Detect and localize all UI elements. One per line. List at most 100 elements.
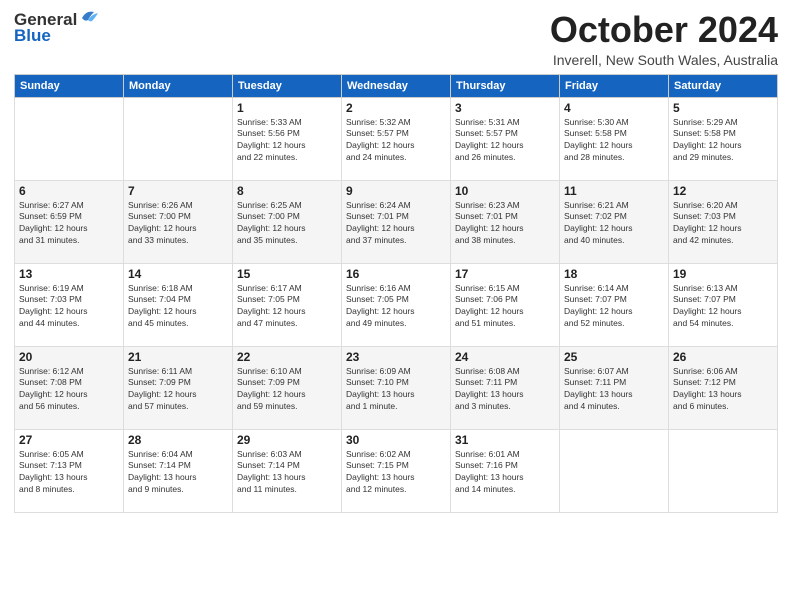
weekday-header-wednesday: Wednesday (342, 74, 451, 97)
day-number: 2 (346, 101, 446, 115)
calendar-cell: 22Sunrise: 6:10 AM Sunset: 7:09 PM Dayli… (233, 346, 342, 429)
calendar-cell: 28Sunrise: 6:04 AM Sunset: 7:14 PM Dayli… (124, 429, 233, 512)
calendar-cell (560, 429, 669, 512)
logo-bird-icon (78, 8, 100, 26)
day-number: 4 (564, 101, 664, 115)
calendar-cell: 27Sunrise: 6:05 AM Sunset: 7:13 PM Dayli… (15, 429, 124, 512)
day-number: 12 (673, 184, 773, 198)
calendar-cell: 29 Sunrise: 6:03 AM Sunset: 7:14 PM Dayli… (233, 429, 342, 512)
day-number: 1 (237, 101, 337, 115)
day-info: Sunrise: 6:18 AM Sunset: 7:04 PM Dayligh… (128, 283, 228, 331)
day-info: Sunrise: 6:03 AM Sunset: 7:14 PM Dayligh… (237, 449, 337, 497)
calendar-cell: 24 Sunrise: 6:08 AM Sunset: 7:11 PM Dayli… (451, 346, 560, 429)
day-number: 15 (237, 267, 337, 281)
month-title: October 2024 (550, 10, 778, 50)
calendar-cell: 18 Sunrise: 6:14 AM Sunset: 7:07 PM Dayli… (560, 263, 669, 346)
calendar-cell: 7Sunrise: 6:26 AM Sunset: 7:00 PM Daylig… (124, 180, 233, 263)
week-row-1: 1 Sunrise: 5:33 AM Sunset: 5:56 PM Daylig… (15, 97, 778, 180)
day-info: Sunrise: 6:11 AM Sunset: 7:09 PM Dayligh… (128, 366, 228, 414)
calendar-cell: 10 Sunrise: 6:23 AM Sunset: 7:01 PM Dayli… (451, 180, 560, 263)
day-info: Sunrise: 6:15 AM Sunset: 7:06 PM Dayligh… (455, 283, 555, 331)
day-number: 21 (128, 350, 228, 364)
day-info: Sunrise: 6:27 AM Sunset: 6:59 PM Dayligh… (19, 200, 119, 248)
day-info: Sunrise: 6:01 AM Sunset: 7:16 PM Dayligh… (455, 449, 555, 497)
day-number: 5 (673, 101, 773, 115)
calendar-cell: 3 Sunrise: 5:31 AM Sunset: 5:57 PM Daylig… (451, 97, 560, 180)
weekday-header-thursday: Thursday (451, 74, 560, 97)
day-number: 31 (455, 433, 555, 447)
calendar-cell: 11 Sunrise: 6:21 AM Sunset: 7:02 PM Dayli… (560, 180, 669, 263)
day-number: 11 (564, 184, 664, 198)
calendar-cell: 4 Sunrise: 5:30 AM Sunset: 5:58 PM Daylig… (560, 97, 669, 180)
calendar-cell: 5 Sunrise: 5:29 AM Sunset: 5:58 PM Daylig… (669, 97, 778, 180)
day-info: Sunrise: 6:21 AM Sunset: 7:02 PM Dayligh… (564, 200, 664, 248)
calendar-cell: 12Sunrise: 6:20 AM Sunset: 7:03 PM Dayli… (669, 180, 778, 263)
calendar-cell: 9Sunrise: 6:24 AM Sunset: 7:01 PM Daylig… (342, 180, 451, 263)
day-info: Sunrise: 6:23 AM Sunset: 7:01 PM Dayligh… (455, 200, 555, 248)
day-number: 18 (564, 267, 664, 281)
calendar-cell (669, 429, 778, 512)
calendar-cell: 8 Sunrise: 6:25 AM Sunset: 7:00 PM Daylig… (233, 180, 342, 263)
day-number: 19 (673, 267, 773, 281)
weekday-header-saturday: Saturday (669, 74, 778, 97)
day-number: 7 (128, 184, 228, 198)
day-number: 13 (19, 267, 119, 281)
day-info: Sunrise: 5:32 AM Sunset: 5:57 PM Dayligh… (346, 117, 446, 165)
day-info: Sunrise: 6:07 AM Sunset: 7:11 PM Dayligh… (564, 366, 664, 414)
day-number: 28 (128, 433, 228, 447)
page: General Blue October 2024 Inverell, New … (0, 0, 792, 612)
calendar-cell: 1 Sunrise: 5:33 AM Sunset: 5:56 PM Daylig… (233, 97, 342, 180)
day-number: 29 (237, 433, 337, 447)
calendar-cell (15, 97, 124, 180)
week-row-3: 13Sunrise: 6:19 AM Sunset: 7:03 PM Dayli… (15, 263, 778, 346)
calendar-cell: 6 Sunrise: 6:27 AM Sunset: 6:59 PM Daylig… (15, 180, 124, 263)
title-block: October 2024 Inverell, New South Wales, … (550, 10, 778, 68)
calendar-cell: 19 Sunrise: 6:13 AM Sunset: 7:07 PM Dayli… (669, 263, 778, 346)
weekday-header-friday: Friday (560, 74, 669, 97)
day-info: Sunrise: 6:17 AM Sunset: 7:05 PM Dayligh… (237, 283, 337, 331)
day-number: 17 (455, 267, 555, 281)
day-number: 6 (19, 184, 119, 198)
day-info: Sunrise: 6:08 AM Sunset: 7:11 PM Dayligh… (455, 366, 555, 414)
calendar-cell: 20Sunrise: 6:12 AM Sunset: 7:08 PM Dayli… (15, 346, 124, 429)
calendar-cell: 30Sunrise: 6:02 AM Sunset: 7:15 PM Dayli… (342, 429, 451, 512)
day-info: Sunrise: 6:14 AM Sunset: 7:07 PM Dayligh… (564, 283, 664, 331)
day-info: Sunrise: 5:30 AM Sunset: 5:58 PM Dayligh… (564, 117, 664, 165)
header: General Blue October 2024 Inverell, New … (14, 10, 778, 68)
day-info: Sunrise: 5:33 AM Sunset: 5:56 PM Dayligh… (237, 117, 337, 165)
day-number: 26 (673, 350, 773, 364)
day-number: 9 (346, 184, 446, 198)
calendar-cell: 13Sunrise: 6:19 AM Sunset: 7:03 PM Dayli… (15, 263, 124, 346)
calendar-cell: 2 Sunrise: 5:32 AM Sunset: 5:57 PM Daylig… (342, 97, 451, 180)
day-number: 30 (346, 433, 446, 447)
day-info: Sunrise: 6:06 AM Sunset: 7:12 PM Dayligh… (673, 366, 773, 414)
calendar-cell: 21 Sunrise: 6:11 AM Sunset: 7:09 PM Dayli… (124, 346, 233, 429)
calendar-cell: 31 Sunrise: 6:01 AM Sunset: 7:16 PM Dayli… (451, 429, 560, 512)
weekday-header-tuesday: Tuesday (233, 74, 342, 97)
day-number: 25 (564, 350, 664, 364)
calendar-cell: 23Sunrise: 6:09 AM Sunset: 7:10 PM Dayli… (342, 346, 451, 429)
location-title: Inverell, New South Wales, Australia (550, 52, 778, 68)
day-info: Sunrise: 6:25 AM Sunset: 7:00 PM Dayligh… (237, 200, 337, 248)
calendar-cell: 14 Sunrise: 6:18 AM Sunset: 7:04 PM Dayli… (124, 263, 233, 346)
day-number: 10 (455, 184, 555, 198)
day-info: Sunrise: 6:09 AM Sunset: 7:10 PM Dayligh… (346, 366, 446, 414)
calendar-cell (124, 97, 233, 180)
day-number: 3 (455, 101, 555, 115)
day-number: 8 (237, 184, 337, 198)
day-number: 14 (128, 267, 228, 281)
day-number: 16 (346, 267, 446, 281)
day-info: Sunrise: 5:29 AM Sunset: 5:58 PM Dayligh… (673, 117, 773, 165)
calendar-cell: 16Sunrise: 6:16 AM Sunset: 7:05 PM Dayli… (342, 263, 451, 346)
weekday-header-row: SundayMondayTuesdayWednesdayThursdayFrid… (15, 74, 778, 97)
logo-blue: Blue (14, 26, 51, 46)
week-row-5: 27Sunrise: 6:05 AM Sunset: 7:13 PM Dayli… (15, 429, 778, 512)
day-info: Sunrise: 6:13 AM Sunset: 7:07 PM Dayligh… (673, 283, 773, 331)
day-info: Sunrise: 5:31 AM Sunset: 5:57 PM Dayligh… (455, 117, 555, 165)
logo: General Blue (14, 10, 100, 46)
calendar-cell: 26 Sunrise: 6:06 AM Sunset: 7:12 PM Dayli… (669, 346, 778, 429)
day-number: 24 (455, 350, 555, 364)
day-info: Sunrise: 6:10 AM Sunset: 7:09 PM Dayligh… (237, 366, 337, 414)
calendar-cell: 17 Sunrise: 6:15 AM Sunset: 7:06 PM Dayli… (451, 263, 560, 346)
weekday-header-monday: Monday (124, 74, 233, 97)
